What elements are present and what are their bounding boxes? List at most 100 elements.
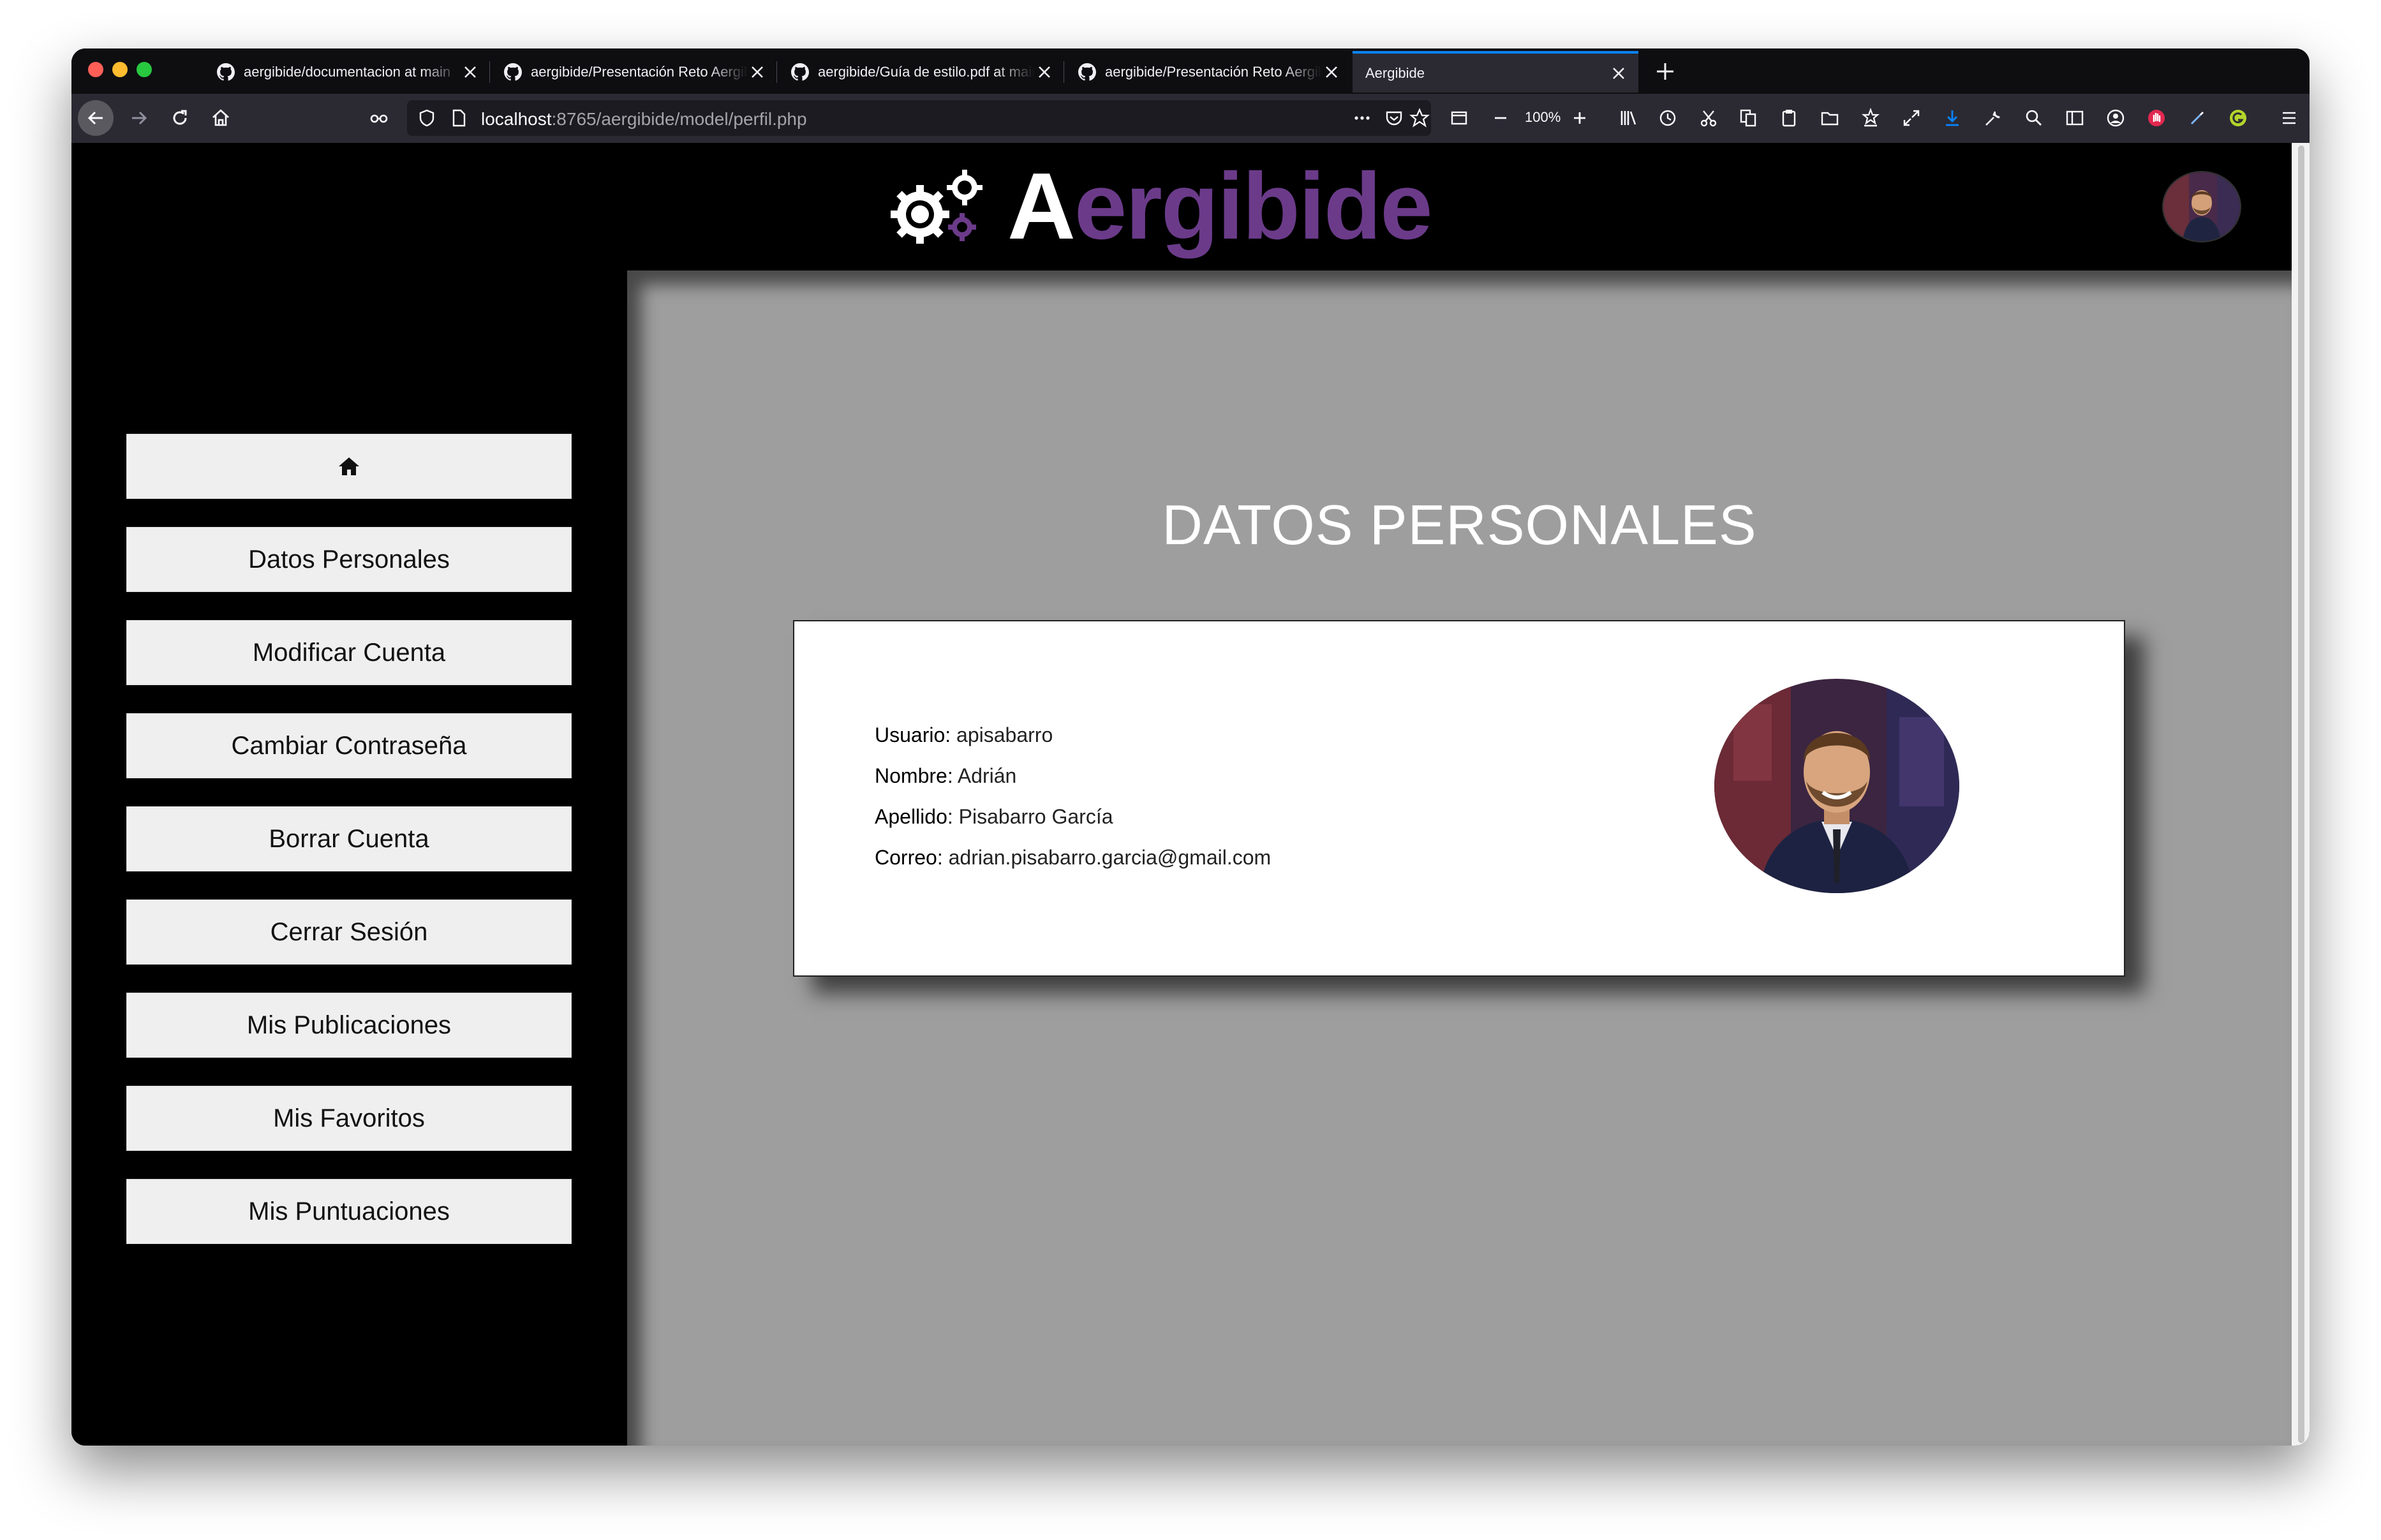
forward-arrow-icon <box>132 111 147 125</box>
info-value: Adrián <box>957 764 1017 787</box>
user-avatar[interactable] <box>2162 171 2241 242</box>
screenshot-button[interactable] <box>1816 104 1844 132</box>
grammar-extension-button[interactable] <box>2224 104 2252 132</box>
reload-button[interactable] <box>166 104 194 132</box>
avatar-photo <box>2163 172 2240 241</box>
tab-title: aergibide/Presentación Reto Aergibide <box>531 63 748 80</box>
info-correo: Correo: adrian.pisabarro.garcia@gmail.co… <box>875 846 1271 870</box>
borrar-cuenta-button[interactable]: Borrar Cuenta <box>126 806 572 871</box>
browser-tab[interactable]: aergibide/Guía de estilo.pdf at main <box>778 51 1064 93</box>
close-tab-icon[interactable] <box>1035 63 1054 82</box>
eyedropper-icon <box>2190 111 2204 125</box>
github-icon <box>504 63 522 80</box>
main-content: DATOS PERSONALES Usuario: apisabarro Nom… <box>627 270 2292 1446</box>
site-header: Aergibide <box>71 143 2292 270</box>
expand-icon <box>1903 110 1920 126</box>
cerrar-sesion-button[interactable]: Cerrar Sesión <box>126 900 572 965</box>
info-usuario: Usuario: apisabarro <box>875 723 1053 747</box>
account-button[interactable] <box>2102 104 2130 132</box>
back-button[interactable] <box>78 100 114 136</box>
devtools-button[interactable] <box>1979 104 2007 132</box>
logo-letter-a: A <box>1007 154 1076 259</box>
gears-logo-icon <box>891 170 983 244</box>
minimize-window-button[interactable] <box>112 62 128 77</box>
zoom-out-button[interactable] <box>1487 104 1515 132</box>
extension-button[interactable] <box>2142 104 2170 132</box>
page-scrollbar-thumb[interactable] <box>2298 145 2304 1443</box>
history-button[interactable] <box>1654 104 1682 132</box>
profile-sidebar: Datos Personales Modificar Cuenta Cambia… <box>71 270 627 1446</box>
web-page: Aergibide Datos Personales Modificar Cue… <box>71 143 2292 1446</box>
profile-card: Usuario: apisabarro Nombre: Adrián Apell… <box>793 620 2125 977</box>
modificar-cuenta-button[interactable]: Modificar Cuenta <box>126 620 572 685</box>
paste-button[interactable] <box>1775 104 1803 132</box>
scissors-icon <box>1700 110 1717 127</box>
close-tab-icon[interactable] <box>1609 64 1628 83</box>
forward-button[interactable] <box>125 104 153 132</box>
color-picker-button[interactable] <box>2183 104 2211 132</box>
github-icon <box>217 63 235 80</box>
browser-tab[interactable]: aergibide/Presentación Reto Aergibide <box>1065 51 1351 93</box>
glasses-icon <box>370 114 388 123</box>
library-button[interactable] <box>1614 104 1642 132</box>
url-text[interactable]: localhost:8765/aergibide/model/perfil.ph… <box>481 109 807 130</box>
close-tab-icon[interactable] <box>748 63 767 82</box>
tab-strip: aergibide/documentacion at main aergibid… <box>71 48 2310 94</box>
site-logo[interactable]: Aergibide <box>1007 154 1433 259</box>
zoom-in-button[interactable] <box>1566 104 1594 132</box>
home-button[interactable] <box>126 434 572 499</box>
mis-favoritos-button[interactable]: Mis Favoritos <box>126 1086 572 1151</box>
info-nombre: Nombre: Adrián <box>875 764 1016 788</box>
maximize-window-button[interactable] <box>137 62 152 77</box>
grammarly-icon <box>2230 110 2246 126</box>
reader-view-button[interactable] <box>365 104 393 132</box>
mis-puntuaciones-button[interactable]: Mis Puntuaciones <box>126 1179 572 1244</box>
folder-icon <box>1821 112 1839 126</box>
bookmarks-button[interactable] <box>1857 104 1885 132</box>
close-tab-icon[interactable] <box>1322 63 1341 82</box>
shield-icon[interactable] <box>416 107 438 129</box>
info-value: adrian.pisabarro.garcia@gmail.com <box>948 846 1272 869</box>
downloads-button[interactable] <box>1938 104 1966 132</box>
pocket-icon[interactable] <box>1383 107 1405 129</box>
url-path: :8765/aergibide/model/perfil.php <box>551 109 807 129</box>
copy-button[interactable] <box>1734 104 1762 132</box>
app-menu-button[interactable] <box>2275 104 2303 132</box>
clipboard-icon <box>1782 110 1796 127</box>
page-icon <box>452 109 466 127</box>
star-list-icon <box>1861 107 1880 127</box>
download-icon <box>1946 110 1959 126</box>
library-icon <box>1621 111 1636 125</box>
fullscreen-button[interactable] <box>1897 104 1925 132</box>
close-window-button[interactable] <box>88 62 103 77</box>
tab-manager-button[interactable] <box>1446 104 1474 132</box>
info-label: Nombre: <box>875 764 953 787</box>
github-icon <box>1078 63 1096 80</box>
search-button[interactable] <box>2020 104 2048 132</box>
sidebar-toggle-button[interactable] <box>2061 104 2089 132</box>
cut-button[interactable] <box>1695 104 1723 132</box>
home-button[interactable] <box>207 104 235 132</box>
mis-publicaciones-button[interactable]: Mis Publicaciones <box>126 993 572 1058</box>
close-tab-icon[interactable] <box>461 63 480 82</box>
browser-tab[interactable]: aergibide/Presentación Reto Aergibide <box>491 51 777 93</box>
profile-photo <box>1714 679 1959 893</box>
search-icon <box>2026 110 2042 126</box>
page-actions-icon[interactable] <box>1351 107 1373 129</box>
logo-er: er <box>1074 154 1162 259</box>
tab-title: Aergibide <box>1365 64 1425 81</box>
home-icon <box>339 457 359 475</box>
datos-personales-button[interactable]: Datos Personales <box>126 527 572 592</box>
zoom-level[interactable]: 100% <box>1525 109 1561 126</box>
new-tab-icon[interactable] <box>1654 60 1677 83</box>
copy-icon <box>1740 109 1756 127</box>
tab-title: aergibide/Presentación Reto Aergibide <box>1105 63 1322 80</box>
browser-tab[interactable]: aergibide/documentacion at main <box>204 51 490 93</box>
browser-tab-active[interactable]: Aergibide <box>1353 51 1638 93</box>
info-label: Usuario: <box>875 723 951 746</box>
url-bar[interactable]: localhost:8765/aergibide/model/perfil.ph… <box>407 100 1431 136</box>
account-icon <box>2107 109 2125 127</box>
sidebar-icon <box>2066 110 2084 126</box>
bookmark-star-icon[interactable] <box>1409 107 1430 129</box>
cambiar-contrasena-button[interactable]: Cambiar Contraseña <box>126 713 572 778</box>
